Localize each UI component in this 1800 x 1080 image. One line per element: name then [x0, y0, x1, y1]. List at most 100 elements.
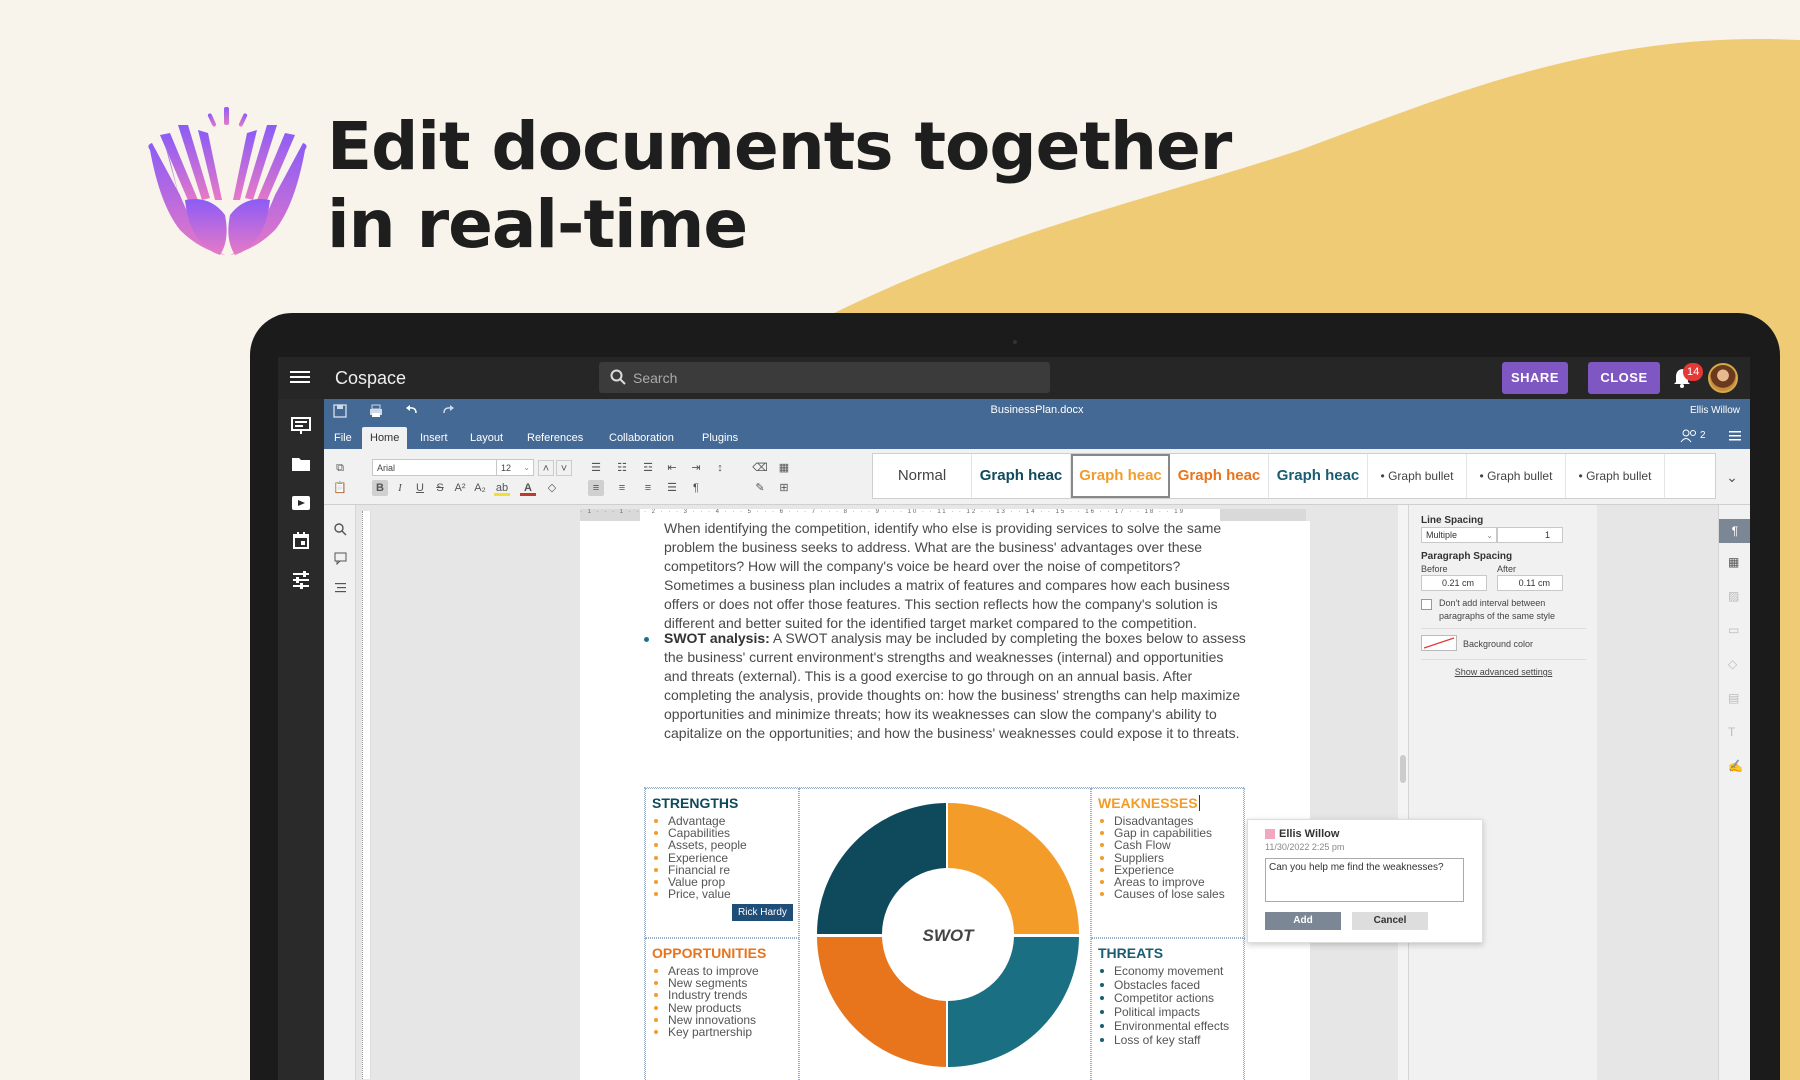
bullet-list-icon[interactable]: ☰	[588, 460, 604, 476]
style-graph-bullet-1[interactable]: • Graph bullet	[1368, 454, 1467, 498]
increase-font-icon[interactable]: ˄	[538, 460, 554, 476]
paragraph-settings-icon[interactable]: ¶	[1719, 519, 1750, 543]
presentation-icon[interactable]	[291, 416, 311, 436]
style-heading-orange-dark[interactable]: Graph heac	[1170, 454, 1269, 498]
mail-merge-icon[interactable]: ⊞	[776, 480, 792, 496]
top-bar: Cospace SHARE CLOSE 14	[278, 357, 1750, 399]
font-select[interactable]: Arial⌄	[372, 459, 511, 476]
users-count: 2	[1700, 430, 1706, 441]
header-footer-icon[interactable]: ▭	[1728, 623, 1739, 637]
cancel-comment-button[interactable]: Cancel	[1352, 912, 1428, 930]
line-spacing-value-input[interactable]: 1	[1497, 527, 1563, 543]
align-right-icon[interactable]: ≡	[640, 480, 656, 496]
chevron-down-icon[interactable]: ⌄	[1724, 469, 1740, 485]
navigation-icon[interactable]	[334, 581, 347, 594]
competition-paragraph[interactable]: When identifying the competition, identi…	[664, 521, 1246, 632]
swot-paragraph[interactable]: SWOT analysis: A SWOT analysis may be in…	[664, 629, 1246, 742]
strikethrough-icon[interactable]: S	[432, 480, 448, 496]
style-graph-bullet-3[interactable]: • Graph bullet	[1566, 454, 1665, 498]
decrease-indent-icon[interactable]: ⇤	[664, 460, 680, 476]
align-left-icon[interactable]: ≡	[588, 480, 604, 496]
swot-segment-threats	[948, 937, 1079, 1067]
image-settings-icon[interactable]: ▨	[1728, 589, 1739, 603]
font-size-select[interactable]: 12 ⌄	[496, 459, 534, 476]
paste-icon[interactable]: 📋	[332, 480, 348, 496]
search-box[interactable]	[599, 362, 1050, 393]
multilevel-list-icon[interactable]: ☲	[640, 460, 656, 476]
tab-references[interactable]: References	[519, 427, 591, 449]
shape-settings-icon[interactable]: ◇	[1728, 657, 1737, 671]
copy-style-icon[interactable]: ▦	[776, 460, 792, 476]
tab-collaboration[interactable]: Collaboration	[601, 427, 682, 449]
list-item: Loss of key staff	[1099, 1033, 1229, 1048]
superscript-icon[interactable]: A²	[452, 480, 468, 496]
decrease-font-icon[interactable]: ˅	[556, 460, 572, 476]
signature-icon[interactable]: ✍	[1728, 759, 1743, 773]
spacing-before-input[interactable]: 0.21 cm	[1421, 575, 1487, 591]
show-advanced-settings-link[interactable]: Show advanced settings	[1409, 667, 1598, 677]
tab-file[interactable]: File	[326, 427, 360, 449]
search-icon[interactable]	[334, 523, 347, 536]
align-center-icon[interactable]: ≡	[614, 480, 630, 496]
italic-icon[interactable]: I	[392, 480, 408, 496]
subscript-icon[interactable]: A₂	[472, 480, 488, 496]
threats-cell[interactable]: THREATS Economy movement Obstacles faced…	[1091, 938, 1245, 1080]
tab-home[interactable]: Home	[362, 427, 408, 449]
weaknesses-title: WEAKNESSES	[1098, 795, 1200, 811]
close-button[interactable]: CLOSE	[1588, 362, 1660, 394]
numbered-list-icon[interactable]: ☷	[614, 460, 630, 476]
folder-icon[interactable]	[291, 454, 311, 474]
style-graph-bullet-2[interactable]: • Graph bullet	[1467, 454, 1566, 498]
copy-icon[interactable]: ⧉	[332, 460, 348, 476]
font-color-icon[interactable]: A	[520, 480, 536, 496]
increase-indent-icon[interactable]: ⇥	[688, 460, 704, 476]
line-spacing-mode: Multiple	[1426, 530, 1458, 540]
shading-icon[interactable]: ◇	[544, 480, 560, 496]
format-painter-icon[interactable]: ✎	[752, 480, 768, 496]
calendar-icon[interactable]	[291, 531, 311, 551]
video-icon[interactable]	[291, 493, 311, 513]
style-heading-teal[interactable]: Graph heac	[972, 454, 1071, 498]
user-avatar[interactable]	[1708, 363, 1738, 393]
hamburger-icon[interactable]	[1729, 431, 1741, 441]
justify-icon[interactable]: ☰	[664, 480, 680, 496]
no-interval-checkbox[interactable]	[1421, 599, 1432, 610]
tab-insert[interactable]: Insert	[412, 427, 456, 449]
paragraph-mark-icon[interactable]: ¶	[688, 480, 704, 496]
add-comment-button[interactable]: Add	[1265, 912, 1341, 930]
underline-icon[interactable]: U	[412, 480, 428, 496]
vertical-scrollbar[interactable]	[1398, 505, 1408, 1080]
document-page[interactable]: When identifying the competition, identi…	[580, 521, 1310, 1080]
clapping-hands-icon	[148, 107, 307, 255]
style-heading-orange[interactable]: Graph heac	[1071, 454, 1170, 498]
users-icon[interactable]	[1680, 429, 1698, 443]
eraser-icon[interactable]: ⌫	[752, 460, 768, 476]
search-input[interactable]	[633, 367, 1033, 389]
chart-settings-icon[interactable]: ▤	[1728, 691, 1739, 705]
textart-icon[interactable]: T	[1728, 725, 1735, 739]
comment-input[interactable]: Can you help me find the weaknesses?	[1265, 858, 1464, 902]
tab-plugins[interactable]: Plugins	[694, 427, 746, 449]
table-settings-icon[interactable]: ▦	[1728, 555, 1739, 569]
webcam	[1013, 340, 1017, 344]
highlight-icon[interactable]: ab	[494, 480, 510, 496]
hamburger-menu-icon[interactable]	[290, 368, 310, 388]
opportunities-cell[interactable]: OPPORTUNITIES Areas to improve New segme…	[645, 938, 799, 1080]
weaknesses-cell[interactable]: WEAKNESSES Disadvantages Gap in capabili…	[1091, 788, 1245, 938]
sliders-icon[interactable]	[291, 570, 311, 590]
spacing-after-input[interactable]: 0.11 cm	[1497, 575, 1563, 591]
bold-icon[interactable]: B	[372, 480, 388, 496]
list-item: Cash Flow	[1100, 839, 1225, 852]
style-heading-teal-2[interactable]: Graph heac	[1269, 454, 1368, 498]
vertical-ruler	[362, 511, 371, 1079]
scrollbar-thumb[interactable]	[1400, 755, 1406, 783]
background-color-picker[interactable]	[1421, 635, 1457, 651]
comment-icon[interactable]	[334, 552, 347, 565]
line-spacing-icon[interactable]: ↕	[712, 460, 728, 476]
tab-layout[interactable]: Layout	[462, 427, 511, 449]
list-item: Suppliers	[1100, 851, 1225, 864]
line-spacing-mode-select[interactable]: Multiple ⌄	[1421, 527, 1497, 543]
style-normal[interactable]: Normal	[873, 454, 972, 498]
share-button[interactable]: SHARE	[1502, 362, 1568, 394]
comment-date: 11/30/2022 2:25 pm	[1265, 842, 1345, 852]
